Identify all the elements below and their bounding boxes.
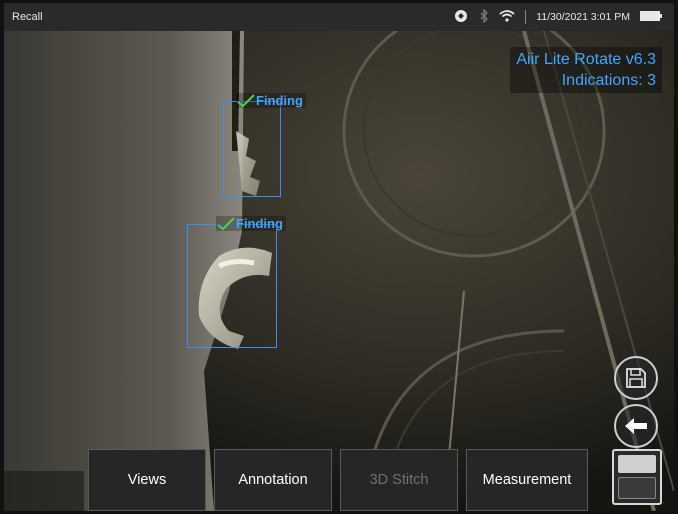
inspection-image[interactable]	[4, 31, 674, 511]
save-icon	[626, 368, 646, 388]
device-screen: Recall 11/30/2021 3:01 PM Aiir Lite Rota…	[4, 3, 674, 511]
menu-toggle-button[interactable]	[612, 449, 662, 505]
status-bar: Recall 11/30/2021 3:01 PM	[4, 3, 674, 31]
software-version-text: Aiir Lite Rotate v6.3	[516, 51, 656, 68]
finding-label[interactable]: Finding	[236, 93, 306, 108]
finding-box[interactable]	[223, 101, 281, 197]
finding-box[interactable]	[187, 224, 277, 348]
overlay-info: Aiir Lite Rotate v6.3 Indications: 3	[510, 47, 662, 93]
status-divider	[525, 10, 527, 24]
back-button[interactable]	[614, 404, 658, 448]
probe-icon	[453, 8, 469, 27]
save-button[interactable]	[614, 356, 658, 400]
app-name: Recall	[12, 11, 43, 23]
finding-label[interactable]: Finding	[216, 216, 286, 231]
bluetooth-icon	[479, 7, 489, 26]
bottom-toolbar: Views Annotation 3D Stitch Measurement	[88, 449, 592, 511]
views-button[interactable]: Views	[88, 449, 206, 511]
toggle-bottom-segment	[618, 477, 656, 499]
check-icon	[217, 216, 235, 230]
wifi-icon	[499, 9, 515, 25]
check-icon	[237, 93, 255, 107]
indications-count-text: Indications: 3	[561, 72, 656, 89]
finding-label-text: Finding	[236, 216, 283, 231]
status-icons: 11/30/2021 3:01 PM	[453, 7, 662, 27]
measurement-button[interactable]: Measurement	[466, 449, 588, 511]
finding-label-text: Finding	[256, 93, 303, 108]
datetime-text: 11/30/2021 3:01 PM	[536, 11, 630, 23]
back-arrow-icon	[625, 418, 647, 434]
toggle-top-segment	[618, 455, 656, 473]
annotation-button[interactable]: Annotation	[214, 449, 332, 511]
inspection-image-render	[4, 31, 674, 511]
battery-icon	[640, 10, 662, 24]
3d-stitch-button[interactable]: 3D Stitch	[340, 449, 458, 511]
